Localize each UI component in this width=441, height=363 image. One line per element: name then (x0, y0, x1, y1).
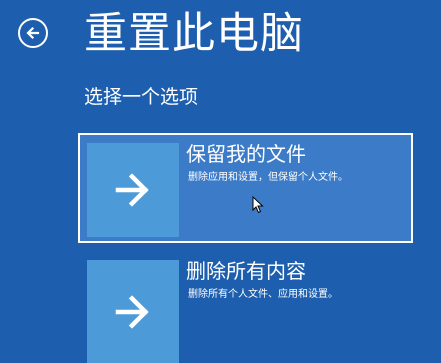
subtitle: 选择一个选项 (84, 86, 199, 108)
back-button[interactable] (18, 18, 48, 48)
back-arrow-icon (26, 26, 40, 40)
option-description: 删除应用和设置，但保留个人文件。 (188, 172, 348, 183)
option-description: 删除所有个人文件、应用和设置。 (188, 289, 338, 300)
option-tile (87, 260, 179, 363)
page-title: 重置此电脑 (84, 9, 304, 59)
option-title: 保留我的文件 (186, 142, 306, 166)
arrow-right-icon (115, 294, 149, 329)
remove-everything-option[interactable]: 删除所有内容 删除所有个人文件、应用和设置。 (78, 253, 413, 363)
option-tile (87, 143, 179, 237)
option-title: 删除所有内容 (186, 259, 306, 283)
mouse-pointer-icon (252, 196, 264, 214)
keep-my-files-option[interactable]: 保留我的文件 删除应用和设置，但保留个人文件。 (78, 133, 413, 243)
arrow-right-icon (115, 173, 149, 207)
